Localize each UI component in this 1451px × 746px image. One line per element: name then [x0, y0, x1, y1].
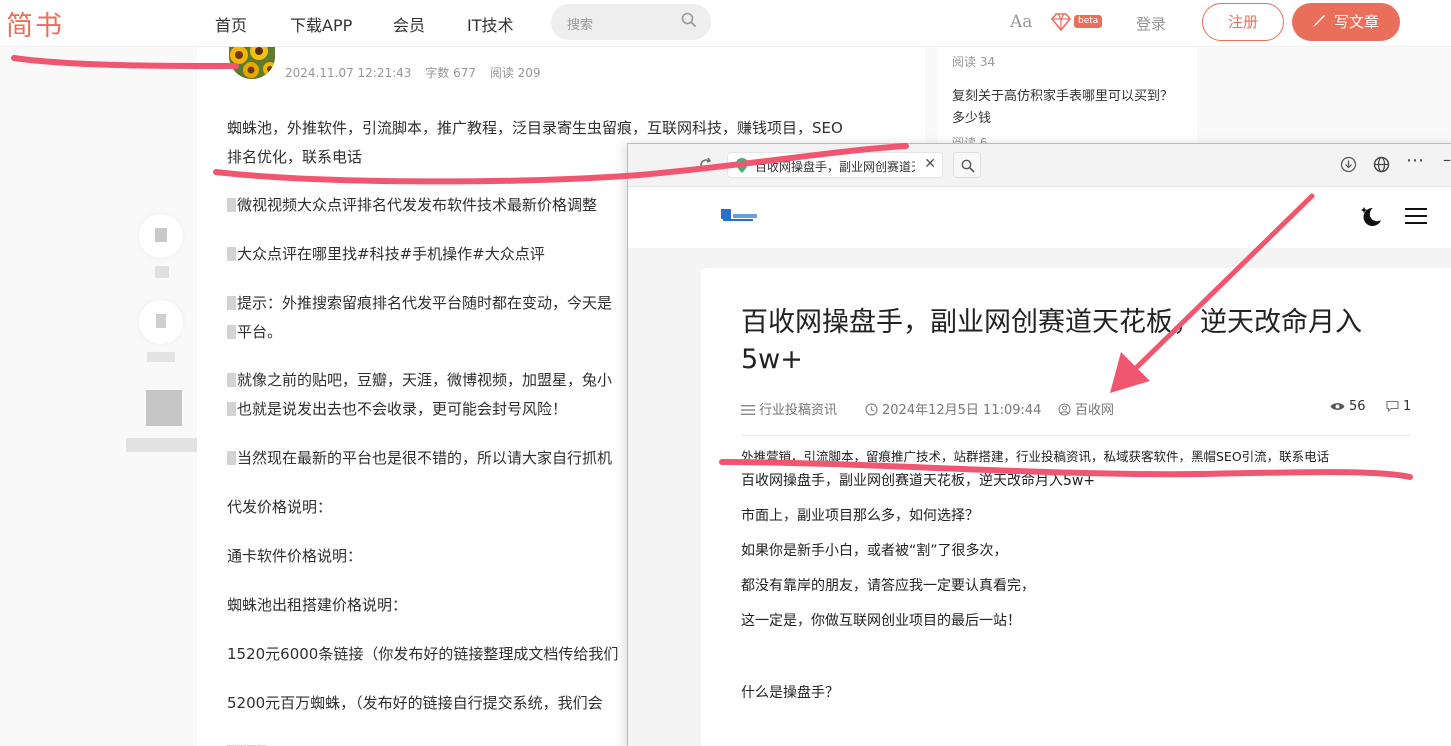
recommend-article-link[interactable]: 复刻关于高仿积家手表哪里可以买到？多少钱 — [952, 86, 1182, 130]
search-icon[interactable] — [681, 12, 697, 28]
baishou-logo[interactable] — [721, 207, 757, 223]
font-size-toggle[interactable]: Aa — [1010, 12, 1032, 32]
user-icon — [1058, 403, 1071, 416]
meta-divider — [741, 435, 1411, 436]
search-placeholder: 搜索 — [567, 18, 594, 33]
blurred-reward-icon — [156, 314, 166, 328]
minimize-icon[interactable]: – — [1443, 150, 1451, 169]
post-category[interactable]: 行业投稿资讯 — [741, 399, 837, 418]
paragraph-line: 也就是说发出去也不会收录，更可能会封号风险！ — [227, 396, 567, 423]
paragraph-line: 微视视频大众点评排名代发发布软件技术最新价格调整 — [227, 192, 597, 219]
write-article-label: 写文章 — [1334, 13, 1380, 31]
recommend-read-count: 阅读 34 — [952, 55, 996, 69]
register-button[interactable]: 注册 — [1202, 3, 1284, 41]
paragraph-line: 蜘蛛池出租搭建价格说明： — [227, 596, 408, 614]
browser-search-button[interactable] — [953, 152, 981, 178]
like-button[interactable] — [139, 214, 183, 258]
globe-icon[interactable] — [1373, 156, 1390, 173]
beta-badge: beta — [1074, 15, 1103, 28]
post-datetime: 2024年12月5日 11:09:44 — [865, 399, 1041, 418]
blurred-like-count — [155, 266, 169, 278]
paragraph-line: 大众点评在哪里找#科技#手机操作#大众点评 — [227, 241, 545, 268]
read-count: 阅读 209 — [489, 66, 541, 80]
dark-mode-icon[interactable] — [1358, 203, 1384, 229]
paragraph-line: 代发价格说明： — [227, 498, 333, 516]
nav-membership[interactable]: 会员 — [393, 12, 425, 36]
tab-active[interactable]: 百收网操盘手，副业网创赛道天花板 ✕ — [727, 152, 943, 178]
blurred-like-icon — [155, 228, 167, 242]
paragraph-line-cut — [227, 739, 267, 746]
post-author[interactable]: 百收网 — [1058, 399, 1114, 418]
comment-icon — [1386, 400, 1399, 413]
paragraph-line: 就像之前的贴吧，豆瓣，天涯，微博视频，加盟星，兔小 — [227, 367, 612, 394]
search-input[interactable]: 搜索 — [551, 4, 711, 40]
reward-button[interactable] — [139, 300, 183, 344]
keywords-line-1: 蜘蛛池，外推软件，引流脚本，推广教程，泛目录寄生虫留痕，互联网科技，赚钱项目，S… — [227, 119, 843, 137]
reload-icon[interactable] — [698, 157, 714, 173]
download-icon[interactable] — [1340, 156, 1357, 173]
hamburger-menu-icon[interactable] — [1405, 207, 1427, 225]
paragraph-line: 平台。 — [227, 319, 282, 346]
clock-icon — [865, 403, 878, 416]
nav-home[interactable]: 首页 — [215, 12, 247, 36]
paragraph-line: 提示：外推搜索留痕排名代发平台随时都在变动，今天是 — [227, 290, 612, 317]
article-meta: 2024.11.07 12:21:43 字数 677 阅读 209 — [285, 64, 551, 81]
location-pin-icon — [736, 158, 748, 173]
post-body-line: 都没有靠岸的朋友，请答应我一定要认真看完， — [741, 578, 1035, 594]
blurred-qr-label — [126, 438, 202, 452]
paragraph-line: 当然现在最新的平台也是很不错的，所以请大家自行抓机 — [227, 445, 612, 472]
blurred-reward-label — [147, 352, 175, 362]
post-body-line: 百收网操盘手，副业网创赛道天花板，逆天改命月入5w+ — [741, 473, 1096, 489]
post-body-line: 这一定是，你做互联网创业项目的最后一站！ — [741, 613, 1021, 629]
nav-download-app[interactable]: 下载APP — [290, 12, 352, 36]
paragraph-line: 通卡软件价格说明： — [227, 547, 363, 565]
browser-window: 百收网操盘手，副业网创赛道天花板 ✕ ⋯ – 百收网操盘手，副业网创赛道天花板，… — [627, 143, 1451, 746]
post-views: 56 — [1330, 399, 1366, 414]
write-article-button[interactable]: 写文章 — [1292, 3, 1400, 41]
publish-date: 2024.11.07 12:21:43 — [285, 66, 412, 80]
browser-toolbar: 百收网操盘手，副业网创赛道天花板 ✕ ⋯ – — [628, 144, 1451, 187]
post-body-line: 如果你是新手小白，或者被“割”了很多次， — [741, 543, 1008, 559]
nav-it-tech[interactable]: IT技术 — [467, 12, 514, 36]
post-card: 百收网操盘手，副业网创赛道天花板，逆天改命月入5w+ 行业投稿资讯 2024年1… — [701, 268, 1451, 746]
jianshu-logo[interactable]: 简书 — [6, 4, 64, 43]
post-comments[interactable]: 1 — [1386, 399, 1411, 414]
search-icon — [961, 159, 975, 173]
diamond-icon[interactable] — [1050, 12, 1072, 32]
paragraph-line: 5200元百万蜘蛛，（发布好的链接自行提交系统，我们会 — [227, 694, 603, 712]
blurred-qr-code — [146, 390, 182, 426]
word-count: 字数 677 — [425, 66, 476, 80]
post-body-line: 市面上，副业项目那么多，如何选择？ — [741, 508, 979, 524]
eye-icon — [1330, 403, 1345, 410]
site-header-baishou — [628, 187, 1451, 248]
keywords-line-2: 排名优化，联系电话 — [227, 148, 363, 166]
login-link[interactable]: 登录 — [1136, 13, 1166, 34]
post-title: 百收网操盘手，副业网创赛道天花板，逆天改命月入5w+ — [741, 307, 1362, 375]
tab-title: 百收网操盘手，副业网创赛道天花板 — [755, 160, 915, 174]
pen-icon — [1313, 15, 1325, 27]
paragraph-line: 1520元6000条链接（你发布好的链接整理成文档传给我们 — [227, 645, 619, 663]
more-options-icon[interactable]: ⋯ — [1406, 150, 1424, 171]
post-tags: 外推营销，引流脚本，留痕推广技术，站群搭建，行业投稿资讯，私域获客软件，黑帽SE… — [741, 449, 1330, 464]
site-header: 简书 首页 下载APP 会员 IT技术 搜索 Aa beta 登录 注册 写文章 — [0, 0, 1451, 47]
recommend-sidebar: 阅读 34 复刻关于高仿积家手表哪里可以买到？多少钱 阅读 6 — [937, 47, 1197, 157]
post-section-heading: 什么是操盘手？ — [741, 685, 839, 701]
tab-close-icon[interactable]: ✕ — [924, 156, 936, 172]
list-icon — [741, 405, 755, 415]
